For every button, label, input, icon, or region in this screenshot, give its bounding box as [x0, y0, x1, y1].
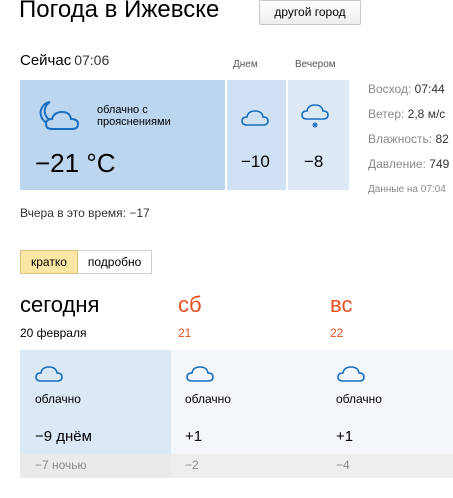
current-temperature: −21 °C	[35, 148, 116, 178]
forecast-day-sat: сб	[178, 292, 202, 317]
day-temperature: −10	[241, 152, 270, 171]
detail-value: 82	[435, 132, 449, 146]
current-weather-panel: облачно с прояснениями −21 °C	[20, 80, 225, 190]
detail-humidity: Влажность: 82	[368, 132, 449, 146]
forecast-day-temp: −9 днём	[35, 428, 92, 445]
forecast-date-sat: 21	[178, 326, 192, 340]
now-label: Сейчас 07:06	[20, 52, 109, 69]
cloud-icon	[185, 364, 215, 384]
cloud-icon	[336, 364, 366, 384]
forecast-day-sun: вс	[330, 292, 353, 317]
tab-detailed[interactable]: подробно	[77, 250, 153, 274]
forecast-card-sat: облачно +1	[171, 350, 322, 454]
cloud-icon	[240, 108, 270, 128]
data-time-note: Данные на 07:04	[368, 184, 446, 195]
detail-label: Ветер:	[368, 107, 405, 121]
night-band-today: −7 ночью	[20, 454, 171, 478]
forecast-night-temp: −7 ночью	[35, 458, 87, 472]
change-city-button[interactable]: другой город	[259, 0, 361, 25]
forecast-condition: облачно	[185, 392, 231, 406]
detail-label: Восход:	[368, 82, 412, 96]
forecast-condition: облачно	[336, 392, 382, 406]
evening-forecast-panel: −8	[288, 80, 349, 190]
moon-cloud-icon	[36, 98, 86, 134]
day-part-label-evening: Вечером	[295, 59, 336, 70]
now-time: 07:06	[74, 52, 110, 68]
forecast-date-sun: 22	[330, 326, 344, 340]
cloud-snow-icon	[300, 104, 330, 130]
forecast-card-today: облачно −9 днём	[20, 350, 171, 454]
page-title: Погода в Ижевске	[19, 0, 220, 23]
day-forecast-panel: −10	[227, 80, 286, 190]
yesterday-line: Вчера в это время: −17	[20, 206, 150, 220]
yesterday-label: Вчера в это время:	[20, 206, 126, 220]
forecast-day-temp: +1	[185, 428, 203, 445]
evening-temperature: −8	[304, 152, 324, 171]
forecast-date-today: 20 февраля	[20, 326, 87, 340]
now-label-text: Сейчас	[20, 52, 72, 69]
cloud-icon	[34, 364, 64, 384]
day-part-label-day: Днем	[233, 59, 258, 70]
detail-label: Давление:	[368, 157, 426, 171]
forecast-condition: облачно	[35, 392, 81, 406]
night-band-sat: −2	[171, 454, 322, 478]
detail-value: 2,8 м/с	[407, 107, 446, 121]
forecast-day-today: сегодня	[20, 292, 100, 317]
tab-brief[interactable]: кратко	[20, 250, 78, 274]
forecast-day-temp: +1	[336, 428, 354, 445]
detail-wind: Ветер: 2,8 м/с	[368, 107, 445, 121]
detail-label: Влажность:	[368, 132, 433, 146]
detail-value: 749	[429, 157, 450, 171]
night-band-sun: −4	[322, 454, 453, 478]
forecast-card-sun: облачно +1	[322, 350, 453, 454]
detail-pressure: Давление: 749	[368, 157, 449, 171]
forecast-mode-tabs: кратко подробно	[20, 250, 153, 274]
current-condition: облачно с прояснениями	[97, 104, 171, 128]
forecast-night-temp: −2	[185, 458, 199, 472]
forecast-night-temp: −4	[336, 458, 350, 472]
detail-sunrise: Восход: 07:44	[368, 82, 445, 96]
yesterday-value: −17	[129, 206, 150, 220]
detail-value: 07:44	[414, 82, 445, 96]
